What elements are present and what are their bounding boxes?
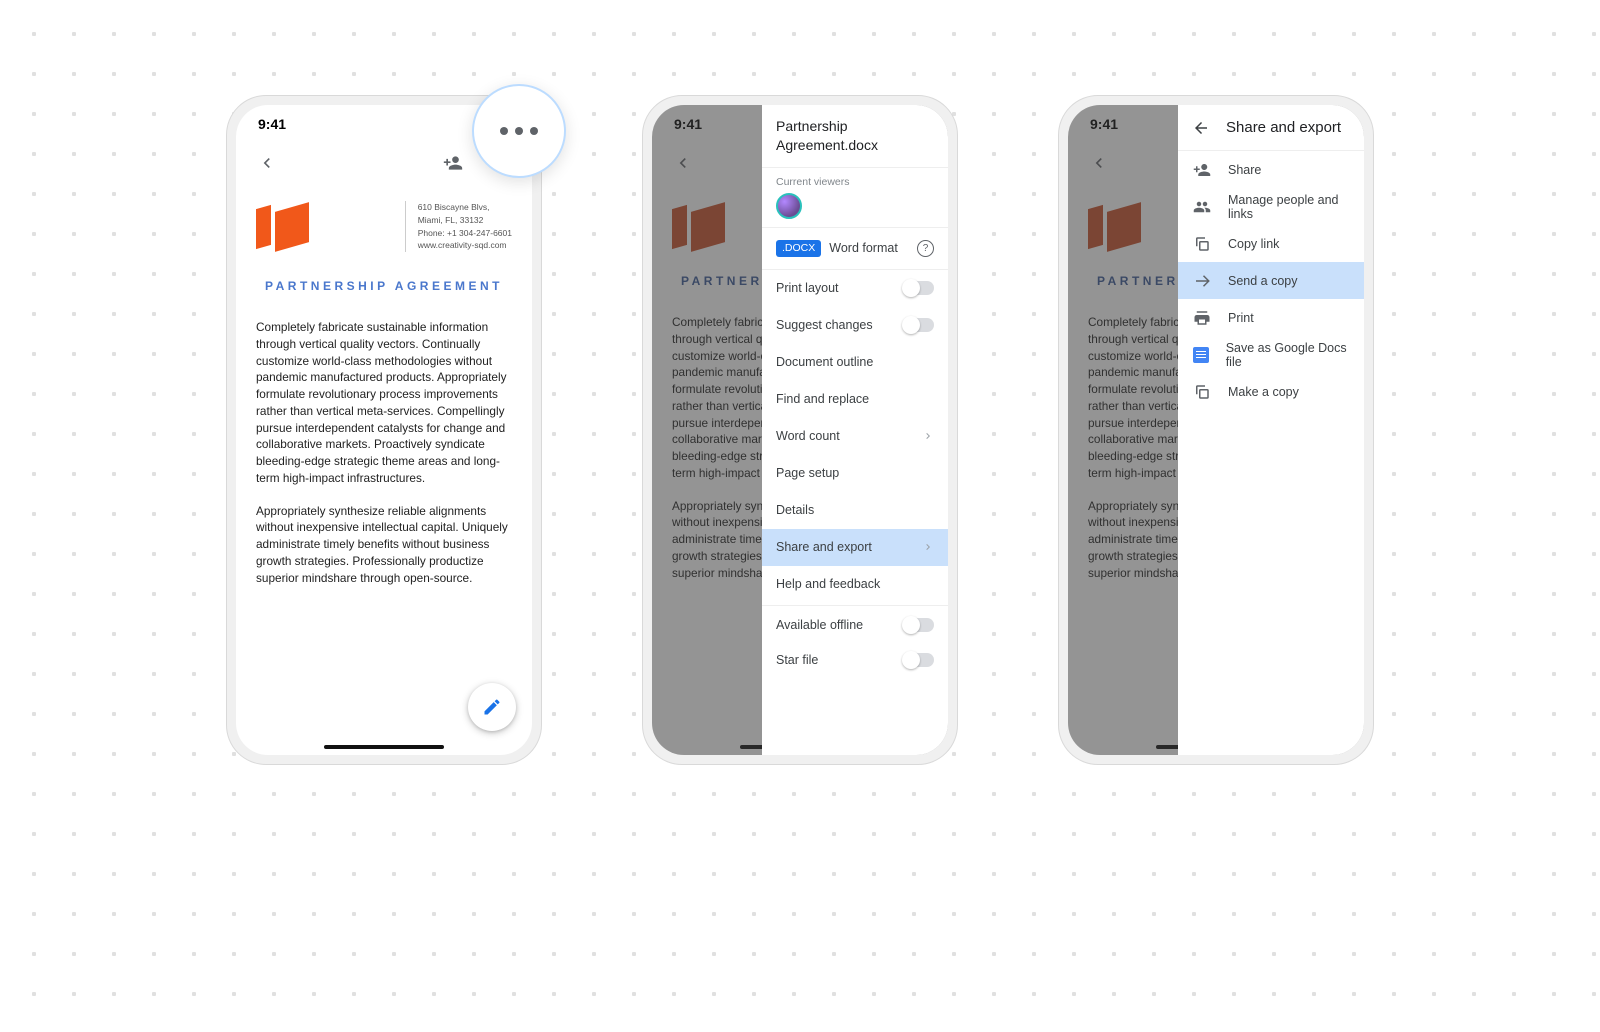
- copy-icon: [1193, 383, 1211, 401]
- back-arrow-icon[interactable]: [1192, 119, 1210, 137]
- format-row[interactable]: .DOCX Word format ?: [762, 228, 948, 270]
- print-icon: [1193, 309, 1211, 327]
- edit-fab[interactable]: [468, 683, 516, 731]
- format-label: Word format: [829, 241, 898, 255]
- gdocs-icon: [1193, 347, 1209, 363]
- menu-file-name: Partnership Agreement.docx: [762, 105, 948, 168]
- company-logo: [256, 201, 309, 247]
- menu-document-outline[interactable]: Document outline: [762, 344, 948, 381]
- copy-icon: [1193, 235, 1211, 253]
- phone-frame-3: 9:41 PARTNERSHIP AGREEMENT Completely fa…: [1058, 95, 1374, 765]
- share-title: Share and export: [1226, 119, 1341, 136]
- docx-badge: .DOCX: [776, 240, 821, 257]
- share-export-menu: Share and export Share Manage people and…: [1178, 105, 1364, 755]
- status-time: 9:41: [258, 116, 286, 132]
- paragraph: Completely fabricate sustainable informa…: [256, 319, 512, 487]
- document-title: PARTNERSHIP AGREEMENT: [256, 278, 512, 295]
- more-icon: [500, 127, 538, 135]
- menu-suggest-changes[interactable]: Suggest changes: [762, 307, 948, 344]
- overflow-menu: Partnership Agreement.docx Current viewe…: [762, 105, 948, 755]
- menu-find-replace[interactable]: Find and replace: [762, 381, 948, 418]
- phone-frame-1: 9:41 610 Biscayne Blvs, Miami, F: [226, 95, 542, 765]
- viewer-avatar[interactable]: [776, 193, 802, 219]
- chevron-right-icon: [922, 541, 934, 553]
- share-item-make-copy[interactable]: Make a copy: [1178, 373, 1364, 410]
- chevron-left-icon: [257, 153, 277, 173]
- share-item-manage[interactable]: Manage people and links: [1178, 188, 1364, 225]
- toggle-off[interactable]: [904, 318, 934, 332]
- phone-frame-2: 9:41 PARTNERSHIP AGREEMENT Completely fa…: [642, 95, 958, 765]
- send-icon: [1193, 272, 1211, 290]
- share-item-copy-link[interactable]: Copy link: [1178, 225, 1364, 262]
- menu-star-file[interactable]: Star file: [762, 642, 948, 679]
- people-icon: [1192, 198, 1212, 216]
- toggle-off[interactable]: [904, 618, 934, 632]
- menu-word-count[interactable]: Word count: [762, 418, 948, 455]
- back-button[interactable]: [248, 144, 286, 182]
- menu-available-offline[interactable]: Available offline: [762, 605, 948, 642]
- menu-page-setup[interactable]: Page setup: [762, 455, 948, 492]
- company-address: 610 Biscayne Blvs, Miami, FL, 33132 Phon…: [405, 201, 512, 252]
- share-item-share[interactable]: Share: [1178, 151, 1364, 188]
- home-indicator: [324, 745, 444, 750]
- document-body: 610 Biscayne Blvs, Miami, FL, 33132 Phon…: [236, 183, 532, 586]
- menu-details[interactable]: Details: [762, 492, 948, 529]
- add-person-button[interactable]: [434, 144, 472, 182]
- person-add-icon: [1193, 161, 1211, 179]
- share-item-print[interactable]: Print: [1178, 299, 1364, 336]
- toggle-off[interactable]: [904, 281, 934, 295]
- paragraph: Appropriately synthesize reliable alignm…: [256, 503, 512, 587]
- menu-share-export[interactable]: Share and export: [762, 529, 948, 566]
- menu-print-layout[interactable]: Print layout: [762, 270, 948, 307]
- overflow-highlight[interactable]: [472, 84, 566, 178]
- toggle-off[interactable]: [904, 653, 934, 667]
- share-item-save-gdocs[interactable]: Save as Google Docs file: [1178, 336, 1364, 373]
- viewers-label: Current viewers: [776, 176, 934, 188]
- chevron-right-icon: [922, 430, 934, 442]
- help-icon[interactable]: ?: [917, 240, 934, 257]
- share-item-send-copy[interactable]: Send a copy: [1178, 262, 1364, 299]
- menu-help-feedback[interactable]: Help and feedback: [762, 566, 948, 603]
- pencil-icon: [482, 697, 502, 717]
- person-add-icon: [443, 153, 463, 173]
